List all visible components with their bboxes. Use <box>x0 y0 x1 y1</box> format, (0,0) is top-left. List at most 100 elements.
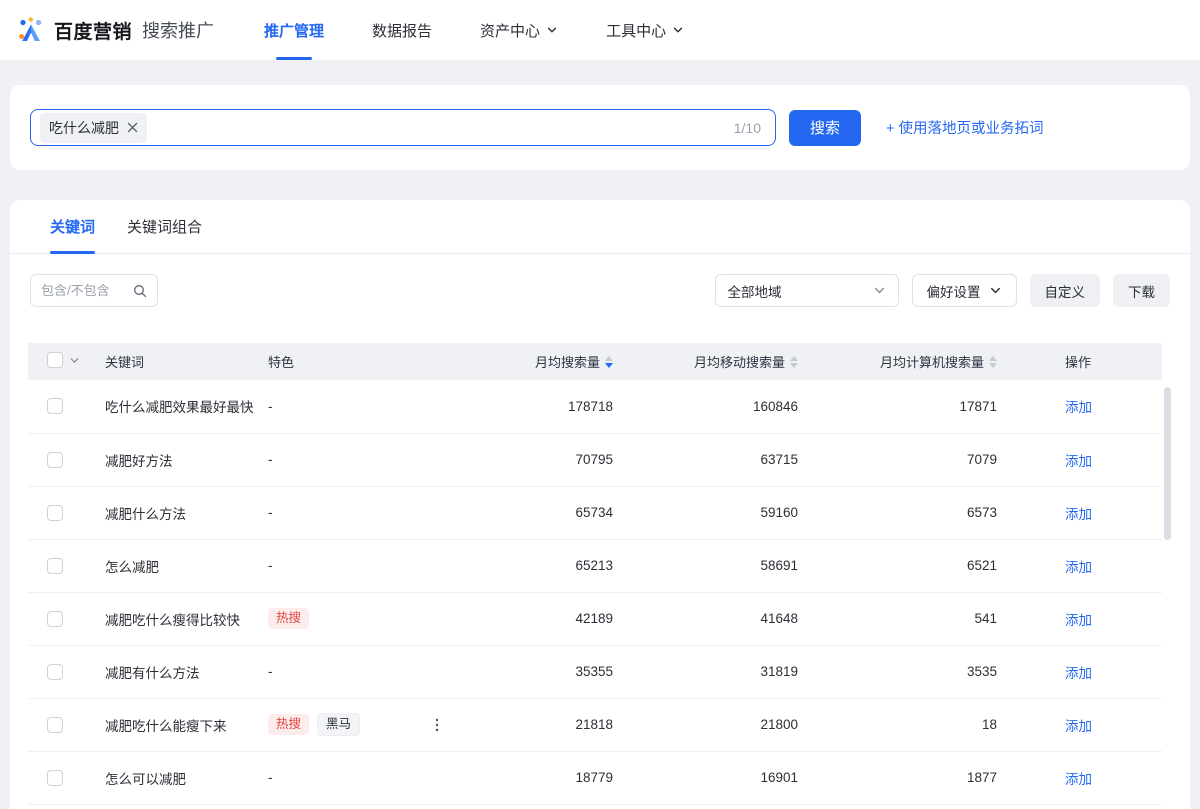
feature-badge-dark: 黑马 <box>317 713 360 736</box>
column-header-label: 月均搜索量 <box>535 352 600 371</box>
avg-search-volume: 35355 <box>458 645 613 698</box>
table-row: 减肥吃什么瘦得比较快 热搜 42189 41648 541 添加 <box>28 592 1162 645</box>
customize-button[interactable]: 自定义 <box>1030 274 1101 307</box>
keyword-cell: 减肥有什么方法 <box>105 645 268 698</box>
pc-search-volume: 3535 <box>798 645 997 698</box>
keyword-tag: 吃什么减肥 <box>40 113 147 143</box>
search-icon[interactable] <box>133 284 147 298</box>
nav-item-tool-center[interactable]: 工具中心 <box>592 0 698 60</box>
row-checkbox[interactable] <box>47 770 63 786</box>
mobile-search-volume: 63715 <box>613 433 798 486</box>
column-header-label: 月均计算机搜索量 <box>880 352 984 371</box>
chevron-down-icon <box>989 284 1002 297</box>
tab-label: 关键词 <box>50 216 95 237</box>
feature-dash: - <box>268 558 273 573</box>
keyword-cell: 减肥什么方法 <box>105 486 268 539</box>
tab-keyword-combinations[interactable]: 关键词组合 <box>127 200 202 253</box>
sort-icon-mobile[interactable] <box>790 356 798 368</box>
mobile-search-volume: 58691 <box>613 539 798 592</box>
feature-dash: - <box>268 770 273 785</box>
results-card: 关键词 关键词组合 全部地域 偏好设置 <box>10 200 1190 809</box>
nav-item-data-reports[interactable]: 数据报告 <box>358 0 446 60</box>
feature-cell-wrap: - <box>268 433 458 486</box>
expand-by-landing-page-link[interactable]: + 使用落地页或业务拓词 <box>886 117 1044 138</box>
mobile-search-volume: 16901 <box>613 751 798 804</box>
add-link[interactable]: 添加 <box>1065 560 1092 575</box>
add-link[interactable]: 添加 <box>1065 507 1092 522</box>
search-button[interactable]: 搜索 <box>789 110 861 146</box>
table-row: 怎么减肥 - 65213 58691 6521 添加 <box>28 539 1162 592</box>
tag-close-icon[interactable] <box>127 122 138 133</box>
keyword-cell: 减肥吃什么能瘦下来 <box>105 698 268 751</box>
keyword-text: 吃什么减肥效果最好最快 <box>105 400 254 415</box>
keyword-text: 怎么可以减肥 <box>105 772 186 787</box>
tab-keywords[interactable]: 关键词 <box>50 200 95 253</box>
download-button[interactable]: 下载 <box>1113 274 1170 307</box>
keyword-text: 减肥吃什么瘦得比较快 <box>105 613 240 628</box>
mobile-search-volume: 31819 <box>613 645 798 698</box>
feature-cell-wrap: - <box>268 751 458 804</box>
nav-item-label: 推广管理 <box>264 20 324 41</box>
feature-dash: - <box>268 399 273 414</box>
chevron-down-icon[interactable] <box>69 355 80 366</box>
region-select[interactable]: 全部地域 <box>715 274 899 307</box>
row-checkbox[interactable] <box>47 505 63 521</box>
keyword-text: 减肥什么方法 <box>105 507 186 522</box>
row-checkbox[interactable] <box>47 398 63 414</box>
sort-icon-avg[interactable] <box>605 356 613 368</box>
brand-name: 百度营销 <box>54 17 132 44</box>
add-link[interactable]: 添加 <box>1065 613 1092 628</box>
table-row: 减肥吃什么能瘦下来 热搜黑马 21818 21800 18 添加 <box>28 698 1162 751</box>
pc-search-volume: 6573 <box>798 486 997 539</box>
nav-item-promotion-management[interactable]: 推广管理 <box>250 0 338 60</box>
feature-cell: - <box>268 770 458 785</box>
main-nav: 推广管理 数据报告 资产中心 工具中心 <box>240 0 708 60</box>
feature-dash: - <box>268 505 273 520</box>
preference-settings-button[interactable]: 偏好设置 <box>912 274 1017 307</box>
add-link[interactable]: 添加 <box>1065 400 1092 415</box>
table-row: 减肥什么方法 - 65734 59160 6573 添加 <box>28 486 1162 539</box>
vertical-scrollbar[interactable] <box>1164 387 1171 540</box>
column-header-label: 月均移动搜索量 <box>694 352 785 371</box>
avg-search-volume: 65734 <box>458 486 613 539</box>
feature-dash: - <box>268 664 273 679</box>
more-features-icon[interactable] <box>430 717 444 733</box>
add-link[interactable]: 添加 <box>1065 454 1092 469</box>
top-navigation: 百度营销 搜索推广 推广管理 数据报告 资产中心 工具中心 <box>0 0 1200 60</box>
table-row: 吃什么减肥效果最好最快 - 178718 160846 17871 添加 <box>28 380 1162 433</box>
row-checkbox[interactable] <box>47 664 63 680</box>
row-checkbox[interactable] <box>47 558 63 574</box>
filter-right-group: 全部地域 偏好设置 自定义 下载 <box>715 274 1171 307</box>
keyword-text: 怎么减肥 <box>105 560 159 575</box>
table-header-row: 关键词 特色 月均搜索量 月均移动搜索量 <box>28 343 1162 380</box>
feature-cell-wrap: 热搜黑马 <box>268 698 458 751</box>
add-link[interactable]: 添加 <box>1065 772 1092 787</box>
row-checkbox[interactable] <box>47 611 63 627</box>
include-exclude-filter[interactable] <box>30 274 158 307</box>
avg-search-volume: 21818 <box>458 698 613 751</box>
include-exclude-input[interactable] <box>41 283 123 298</box>
tab-label: 关键词组合 <box>127 216 202 237</box>
row-checkbox[interactable] <box>47 452 63 468</box>
brand: 百度营销 搜索推广 <box>16 15 214 45</box>
column-header-pc-search-volume: 月均计算机搜索量 <box>798 343 997 380</box>
mobile-search-volume: 59160 <box>613 486 798 539</box>
baidu-marketing-logo-icon <box>16 15 46 45</box>
keyword-text: 减肥吃什么能瘦下来 <box>105 719 227 734</box>
keyword-query-input[interactable]: 吃什么减肥 1/10 <box>30 109 776 146</box>
feature-cell-wrap: - <box>268 645 458 698</box>
nav-item-asset-center[interactable]: 资产中心 <box>466 0 572 60</box>
avg-search-volume: 65213 <box>458 539 613 592</box>
feature-cell: 热搜黑马 <box>268 713 458 736</box>
feature-cell-wrap: - <box>268 539 458 592</box>
row-checkbox[interactable] <box>47 717 63 733</box>
mobile-search-volume: 21800 <box>613 698 798 751</box>
select-all-checkbox[interactable] <box>47 352 63 368</box>
keyword-cell: 减肥好方法 <box>105 433 268 486</box>
sort-icon-pc[interactable] <box>989 356 997 368</box>
feature-cell: - <box>268 558 458 573</box>
pc-search-volume: 18 <box>798 698 997 751</box>
add-link[interactable]: 添加 <box>1065 666 1092 681</box>
feature-cell-wrap: 热搜 <box>268 592 458 645</box>
add-link[interactable]: 添加 <box>1065 719 1092 734</box>
